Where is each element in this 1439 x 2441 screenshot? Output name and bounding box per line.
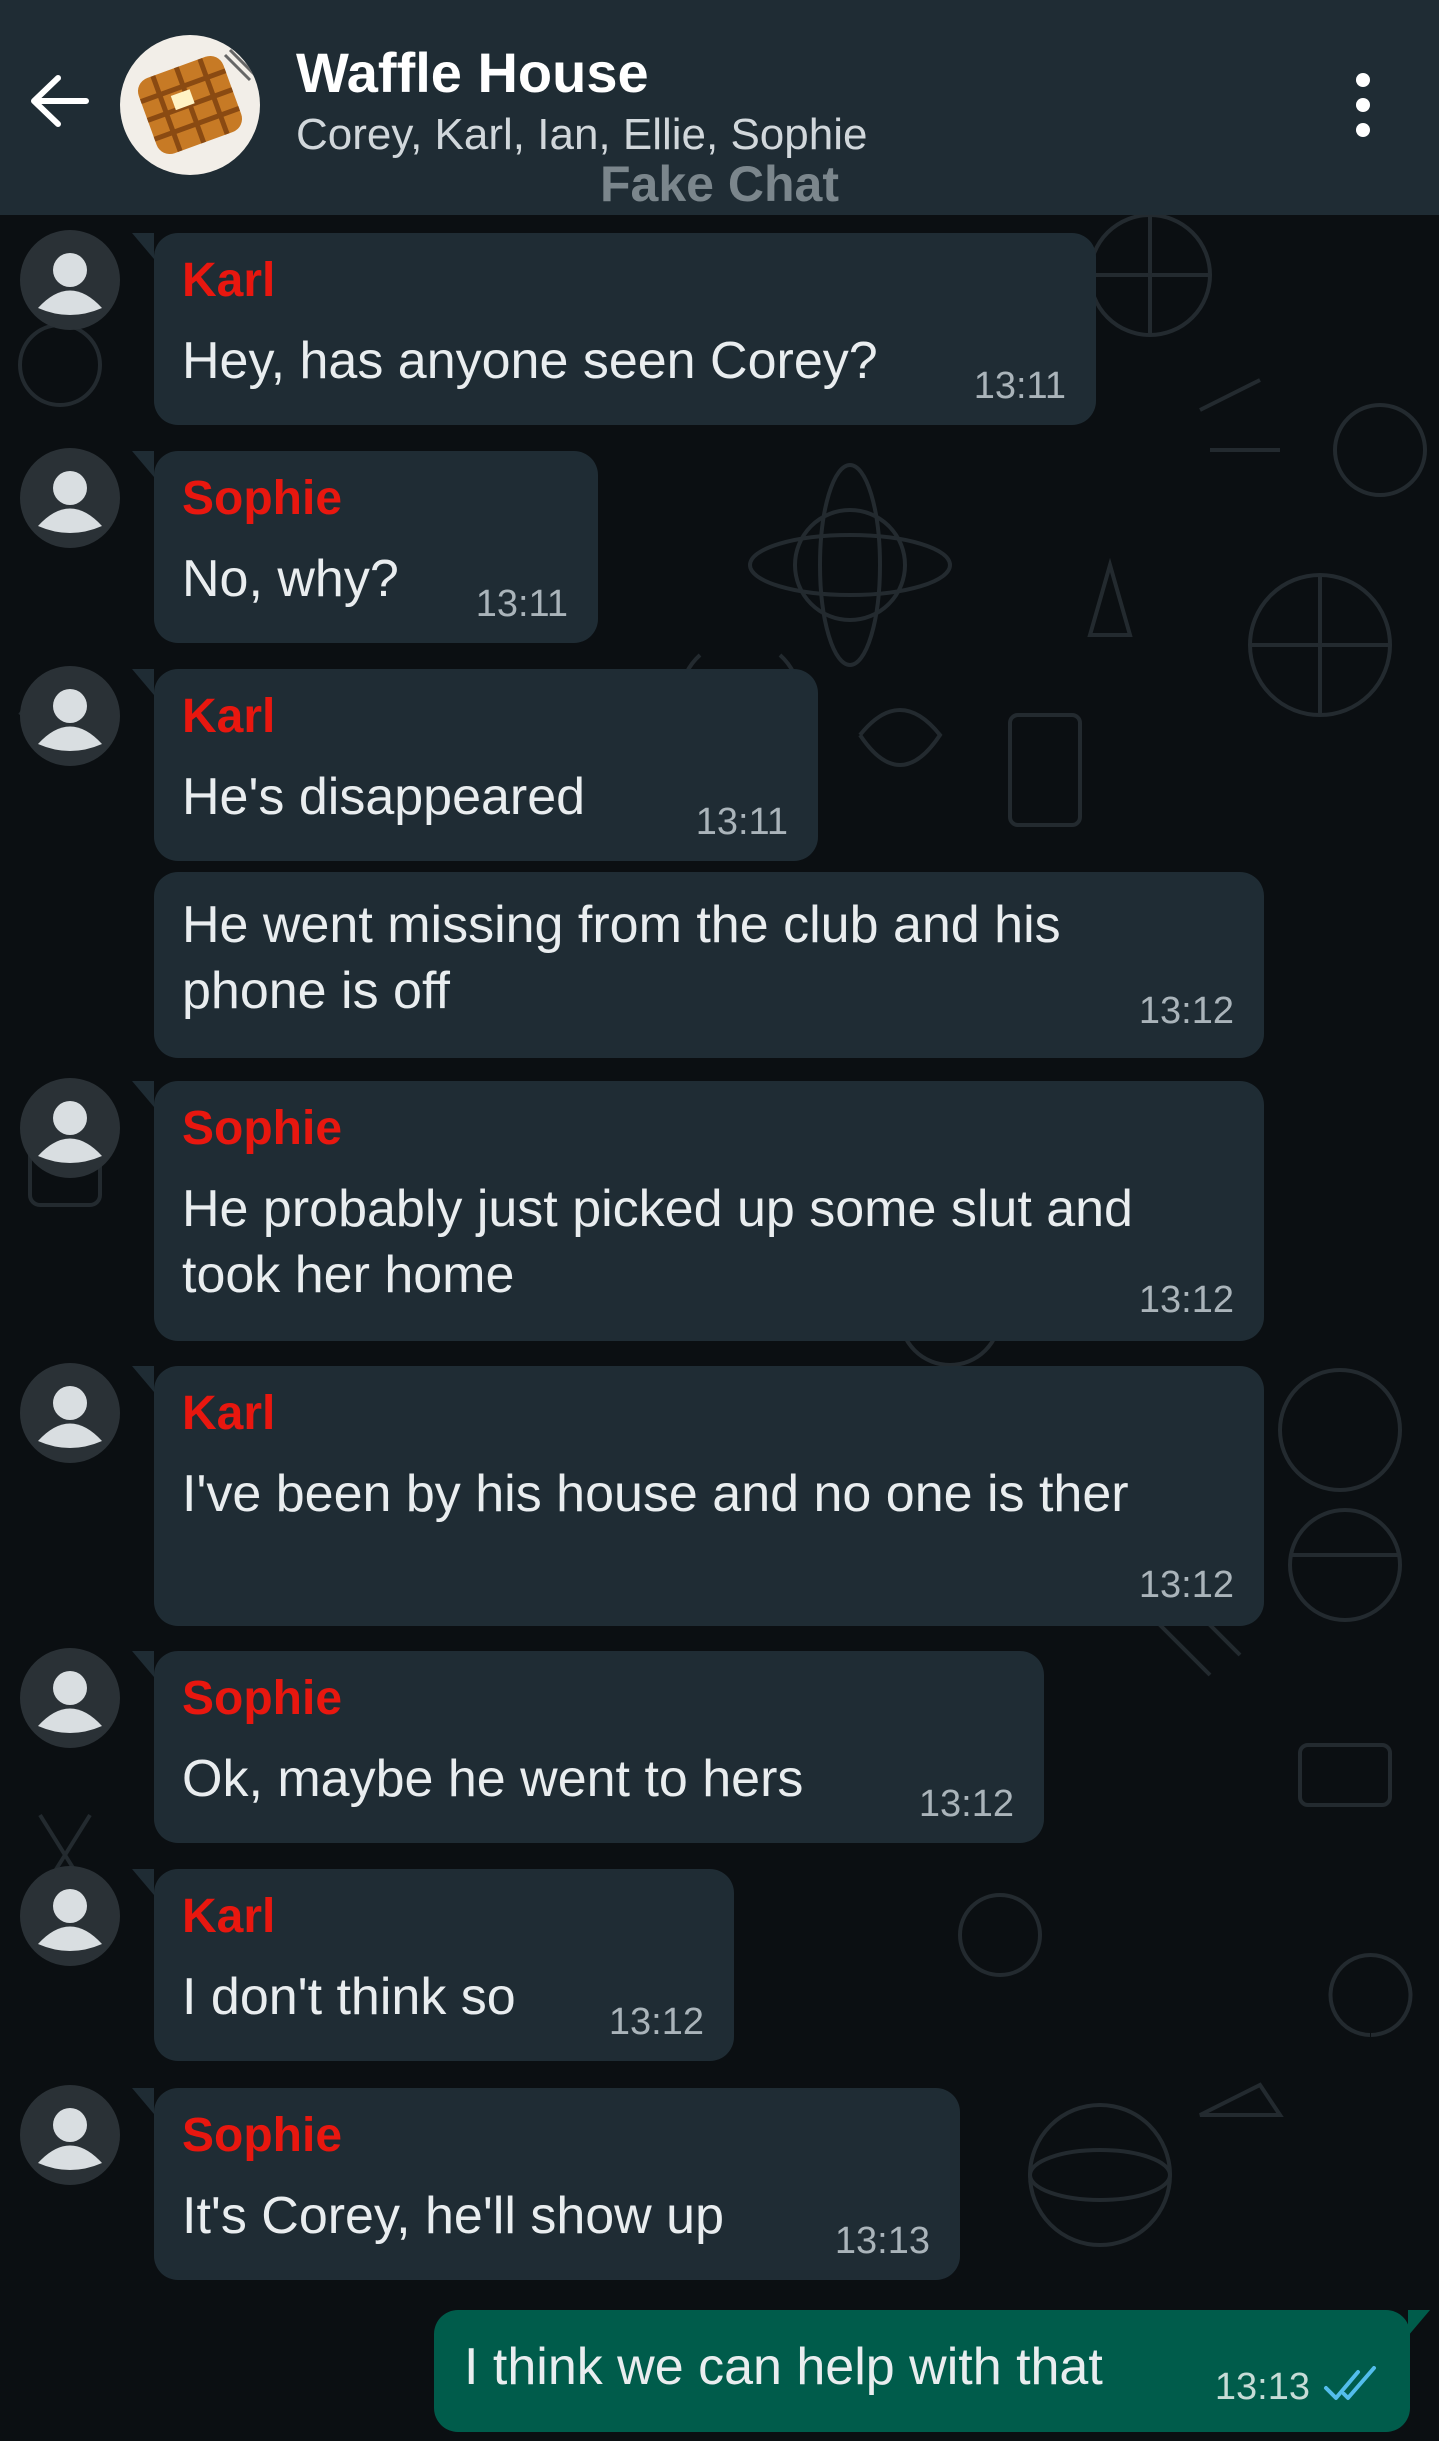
message-text: He's disappeared (182, 768, 586, 826)
avatar[interactable] (20, 448, 120, 548)
message-bubble[interactable]: Karl I've been by his house and no one i… (132, 1366, 1264, 1626)
avatar[interactable] (20, 1648, 120, 1748)
sender-name: Sophie (182, 2109, 343, 2162)
person-icon (38, 2108, 102, 2170)
person-icon (38, 1671, 102, 1733)
avatar[interactable] (20, 230, 120, 330)
message-text-line: took her home (182, 1246, 515, 1304)
person-icon (38, 471, 102, 533)
message-text: Hey, has anyone seen Corey? (182, 332, 878, 390)
message-time: 13:12 (608, 2001, 704, 2043)
avatar[interactable] (20, 1866, 120, 1966)
avatar[interactable] (20, 1078, 120, 1178)
sender-name: Karl (182, 1890, 276, 1943)
message-bubble[interactable]: Sophie Ok, maybe he went to hers 13:12 (132, 1651, 1044, 1843)
message-bubble[interactable]: Sophie No, why? 13:11 (132, 451, 598, 643)
message-time: 13:12 (918, 1783, 1014, 1825)
sender-name: Karl (182, 254, 276, 307)
message-time: 13:12 (1138, 1279, 1234, 1321)
avatar[interactable] (20, 2085, 120, 2185)
message-text: It's Corey, he'll show up (182, 2187, 725, 2245)
message-text-line: He probably just picked up some slut and (182, 1180, 1133, 1238)
message-bubble[interactable]: Karl I don't think so 13:12 (132, 1869, 734, 2061)
message-bubble[interactable]: He went missing from the club and his ph… (154, 872, 1264, 1058)
group-avatar[interactable] (120, 35, 260, 175)
avatar[interactable] (20, 666, 120, 766)
sender-name: Sophie (182, 472, 343, 525)
message-text: I think we can help with that (464, 2338, 1103, 2396)
chat-header: Waffle House Corey, Karl, Ian, Ellie, So… (0, 0, 1439, 215)
message-bubble[interactable]: Karl He's disappeared 13:11 (132, 669, 818, 861)
message-time: 13:11 (695, 801, 788, 843)
read-ticks-icon (1324, 2366, 1376, 2400)
sender-name: Karl (182, 690, 276, 743)
message-bubble[interactable]: Sophie It's Corey, he'll show up 13:13 (132, 2088, 960, 2280)
message-text-line: phone is off (182, 962, 450, 1020)
chat-title[interactable]: Waffle House (296, 40, 649, 105)
waffle-icon (137, 48, 257, 155)
message-time: 13:11 (475, 583, 568, 625)
outgoing-message-bubble[interactable]: I think we can help with that 13:13 (434, 2310, 1430, 2432)
message-time: 13:12 (1138, 1564, 1234, 1606)
message-time: 13:13 (1214, 2366, 1310, 2408)
back-arrow-icon[interactable] (28, 70, 90, 132)
message-text: I've been by his house and no one is the… (182, 1465, 1129, 1523)
person-icon (38, 689, 102, 751)
person-icon (38, 1889, 102, 1951)
message-bubble[interactable]: Sophie He probably just picked up some s… (132, 1081, 1264, 1341)
message-time: 13:13 (834, 2220, 930, 2262)
message-time: 13:11 (973, 365, 1066, 407)
avatar[interactable] (20, 1363, 120, 1463)
message-text: No, why? (182, 550, 399, 608)
message-text: Ok, maybe he went to hers (182, 1750, 804, 1808)
message-time: 13:12 (1138, 990, 1234, 1032)
message-bubble[interactable]: Karl Hey, has anyone seen Corey? 13:11 (132, 233, 1096, 425)
group-members[interactable]: Corey, Karl, Ian, Ellie, Sophie (296, 110, 867, 160)
person-icon (38, 1386, 102, 1448)
watermark: Fake Chat (600, 156, 839, 212)
sender-name: Sophie (182, 1102, 343, 1155)
more-options-icon[interactable] (1345, 70, 1381, 140)
person-icon (38, 1101, 102, 1163)
sender-name: Sophie (182, 1672, 343, 1725)
message-text-line: He went missing from the club and his (182, 896, 1061, 954)
person-icon (38, 253, 102, 315)
sender-name: Karl (182, 1387, 276, 1440)
message-text: I don't think so (182, 1968, 516, 2026)
